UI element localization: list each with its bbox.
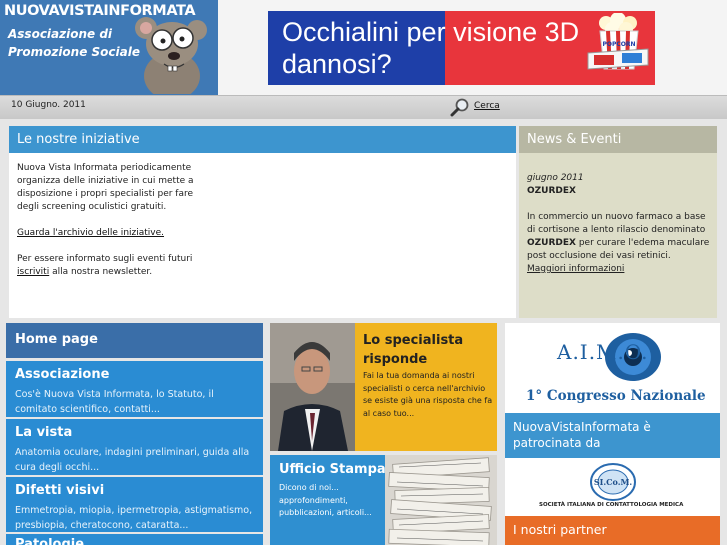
news-panel: News & Eventi giugno 2011 OZURDEX In com… xyxy=(519,126,717,318)
specialista-title-line-1: Lo specialista xyxy=(363,333,464,348)
news-headline: OZURDEX xyxy=(527,186,576,196)
iniziative-text: Nuova Vista Informata periodicamente org… xyxy=(17,163,194,212)
banner-headline: Occhialini per visione 3D xyxy=(282,17,580,47)
news-date: giugno 2011 xyxy=(527,173,584,183)
menu-patologie[interactable]: Patologie xyxy=(6,534,263,545)
sicom-logo-icon: SI.Co.M. xyxy=(590,463,636,501)
menu-la-vista-title[interactable]: La vista xyxy=(15,425,72,440)
news-text-bold: OZURDEX xyxy=(527,238,576,248)
popcorn-box-text: POPCORN xyxy=(602,41,635,48)
search-icon xyxy=(450,98,469,117)
site-logo[interactable]: NUOVAVISTAINFORMATA Associazione di Prom… xyxy=(0,0,218,95)
mascot-mouse-icon xyxy=(135,17,207,94)
site-subtitle: Associazione di Promozione Sociale xyxy=(8,25,140,61)
newsletter-suffix: alla nostra newsletter. xyxy=(49,267,153,277)
patrocinio-panel: NuovaVistaInformata è patrocinata da xyxy=(505,413,720,458)
aimo-banner[interactable]: A.I.M.O. 1° Congresso Nazionale xyxy=(505,323,720,413)
date-search-bar: 10 Giugno. 2011 Cerca xyxy=(0,95,727,119)
newsletter-subscribe-link[interactable]: iscriviti xyxy=(17,267,49,277)
site-subtitle-line-2: Promozione Sociale xyxy=(8,45,140,59)
news-body: giugno 2011 OZURDEX In commercio un nuov… xyxy=(527,172,713,276)
news-more-link[interactable]: Maggiori informazioni xyxy=(527,263,713,276)
menu-associazione-desc: Cos'è Nuova Vista Informata, lo Statuto,… xyxy=(15,389,214,415)
sicom-logo-text: SI.Co.M. xyxy=(594,477,633,487)
ufficio-stampa-title: Ufficio Stampa xyxy=(279,462,386,477)
menu-la-vista-desc: Anatomia oculare, indagini preliminari, … xyxy=(15,447,250,473)
iniziative-archive-link[interactable]: Guarda l'archivio delle iniziative. xyxy=(17,228,164,238)
menu-difetti-visivi-desc: Emmetropia, miopia, ipermetropia, astigm… xyxy=(15,505,253,531)
aimo-logo: A.I.M.O. xyxy=(557,340,649,364)
specialista-panel[interactable]: Lo specialista risponde Fai la tua doman… xyxy=(270,323,497,451)
search-link[interactable]: Cerca xyxy=(450,97,510,117)
iniziative-panel: Le nostre iniziative Nuova Vista Informa… xyxy=(9,126,516,318)
specialista-title: Lo specialista risponde xyxy=(363,331,463,369)
menu-la-vista[interactable]: La vista Anatomia oculare, indagini prel… xyxy=(6,419,263,475)
menu-difetti-visivi[interactable]: Difetti visivi Emmetropia, miopia, iperm… xyxy=(6,477,263,532)
aimo-congress: 1° Congresso Nazionale xyxy=(526,388,706,404)
ufficio-stampa-panel[interactable]: Ufficio Stampa Dicono di noi... approfon… xyxy=(270,455,497,545)
menu-associazione[interactable]: Associazione Cos'è Nuova Vista Informata… xyxy=(6,361,263,417)
popcorn-3d-glasses-icon: POPCORN xyxy=(587,13,649,70)
banner-headline-2: dannosi? xyxy=(282,49,392,79)
menu-associazione-title[interactable]: Associazione xyxy=(15,367,109,382)
iniziative-body: Nuova Vista Informata periodicamente org… xyxy=(17,162,207,279)
specialista-title-line-2: risponde xyxy=(363,352,428,367)
patrocinio-line-2: patrocinata da xyxy=(513,436,601,450)
sicom-name: SOCIETÀ ITALIANA DI CONTATTOLOGIA MEDICA xyxy=(539,502,684,508)
banner-ad[interactable]: Occhialini per visione 3D dannosi? POPCO… xyxy=(268,11,655,85)
menu-home-page[interactable]: Home page xyxy=(6,323,263,358)
menu-patologie-title[interactable]: Patologie xyxy=(15,537,84,545)
patrocinio-line-1: NuovaVistaInformata è xyxy=(513,420,651,434)
newspapers-icon xyxy=(385,455,497,545)
specialista-desc: Fai la tua domanda ai nostri specialisti… xyxy=(363,371,493,418)
sicom-logo-panel[interactable]: SI.Co.M. SOCIETÀ ITALIANA DI CONTATTOLOG… xyxy=(505,458,720,516)
specialist-photo xyxy=(270,323,355,451)
newsletter-prefix: Per essere informato sugli eventi futuri xyxy=(17,254,193,264)
menu-difetti-visivi-title[interactable]: Difetti visivi xyxy=(15,483,104,498)
news-text-1: In commercio un nuovo farmaco a base di … xyxy=(527,212,706,235)
site-subtitle-line-1: Associazione di xyxy=(8,27,113,41)
current-date: 10 Giugno. 2011 xyxy=(11,100,86,110)
iniziative-title: Le nostre iniziative xyxy=(9,126,516,153)
news-title: News & Eventi xyxy=(519,126,717,153)
search-label[interactable]: Cerca xyxy=(474,101,500,111)
partner-panel[interactable]: I nostri partner xyxy=(505,516,720,545)
ufficio-stampa-desc: Dicono di noi... approfondimenti, pubbli… xyxy=(279,483,372,517)
